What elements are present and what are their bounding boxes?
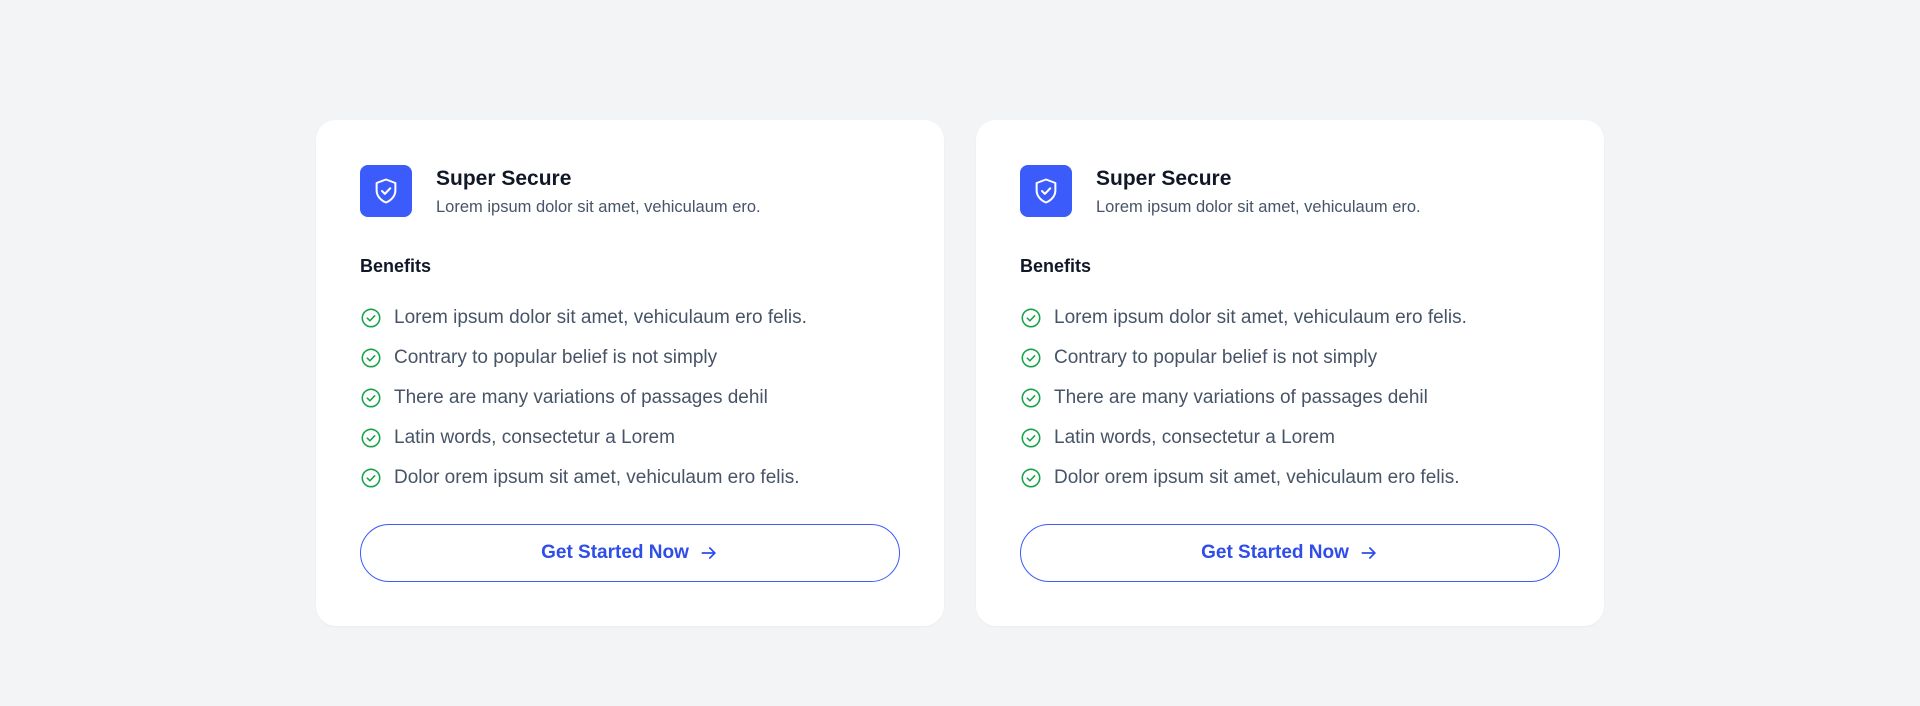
feature-card: Super Secure Lorem ipsum dolor sit amet,… [976,120,1604,626]
list-item: There are many variations of passages de… [1020,381,1560,421]
check-circle-icon [361,308,381,328]
get-started-button[interactable]: Get Started Now [360,524,900,582]
card-header: Super Secure Lorem ipsum dolor sit amet,… [360,164,900,218]
card-title: Super Secure [1096,167,1232,190]
benefits-heading: Benefits [1020,256,1092,276]
benefit-text: Latin words, consectetur a Lorem [394,427,675,448]
benefit-text: Lorem ipsum dolor sit amet, vehiculaum e… [1054,307,1467,328]
pricing-cards: Super Secure Lorem ipsum dolor sit amet,… [316,120,1604,626]
shield-check-icon [1020,165,1072,217]
benefit-list: Lorem ipsum dolor sit amet, vehiculaum e… [360,301,900,501]
check-circle-icon [361,348,381,368]
list-item: Latin words, consectetur a Lorem [1020,421,1560,461]
benefit-text: There are many variations of passages de… [1054,387,1428,408]
benefit-text: Latin words, consectetur a Lorem [1054,427,1335,448]
benefit-text: Contrary to popular belief is not simply [394,347,718,368]
benefits-heading: Benefits [360,256,432,276]
list-item: There are many variations of passages de… [360,381,900,421]
arrow-right-icon [1361,547,1376,559]
feature-card: Super Secure Lorem ipsum dolor sit amet,… [316,120,944,626]
get-started-label: Get Started Now [541,542,689,563]
check-circle-icon [1021,388,1041,408]
benefit-list: Lorem ipsum dolor sit amet, vehiculaum e… [1020,301,1560,501]
get-started-button[interactable]: Get Started Now [1020,524,1560,582]
benefit-text: Dolor orem ipsum sit amet, vehiculaum er… [1054,467,1460,488]
check-circle-icon [361,388,381,408]
list-item: Lorem ipsum dolor sit amet, vehiculaum e… [360,301,900,341]
card-subtitle: Lorem ipsum dolor sit amet, vehiculaum e… [1096,198,1421,216]
list-item: Latin words, consectetur a Lorem [360,421,900,461]
check-circle-icon [361,468,381,488]
check-circle-icon [361,428,381,448]
card-subtitle: Lorem ipsum dolor sit amet, vehiculaum e… [436,198,761,216]
benefit-text: There are many variations of passages de… [394,387,768,408]
shield-check-icon [360,165,412,217]
list-item: Lorem ipsum dolor sit amet, vehiculaum e… [1020,301,1560,341]
card-header-text: Super Secure Lorem ipsum dolor sit amet,… [1096,164,1421,218]
get-started-label: Get Started Now [1201,542,1349,563]
list-item: Dolor orem ipsum sit amet, vehiculaum er… [360,461,900,501]
card-header: Super Secure Lorem ipsum dolor sit amet,… [1020,164,1560,218]
card-title: Super Secure [436,167,572,190]
check-circle-icon [1021,348,1041,368]
list-item: Contrary to popular belief is not simply [1020,341,1560,381]
benefit-text: Lorem ipsum dolor sit amet, vehiculaum e… [394,307,807,328]
check-circle-icon [1021,428,1041,448]
list-item: Dolor orem ipsum sit amet, vehiculaum er… [1020,461,1560,501]
list-item: Contrary to popular belief is not simply [360,341,900,381]
check-circle-icon [1021,308,1041,328]
benefit-text: Contrary to popular belief is not simply [1054,347,1378,368]
benefit-text: Dolor orem ipsum sit amet, vehiculaum er… [394,467,800,488]
check-circle-icon [1021,468,1041,488]
arrow-right-icon [701,547,716,559]
card-header-text: Super Secure Lorem ipsum dolor sit amet,… [436,164,761,218]
